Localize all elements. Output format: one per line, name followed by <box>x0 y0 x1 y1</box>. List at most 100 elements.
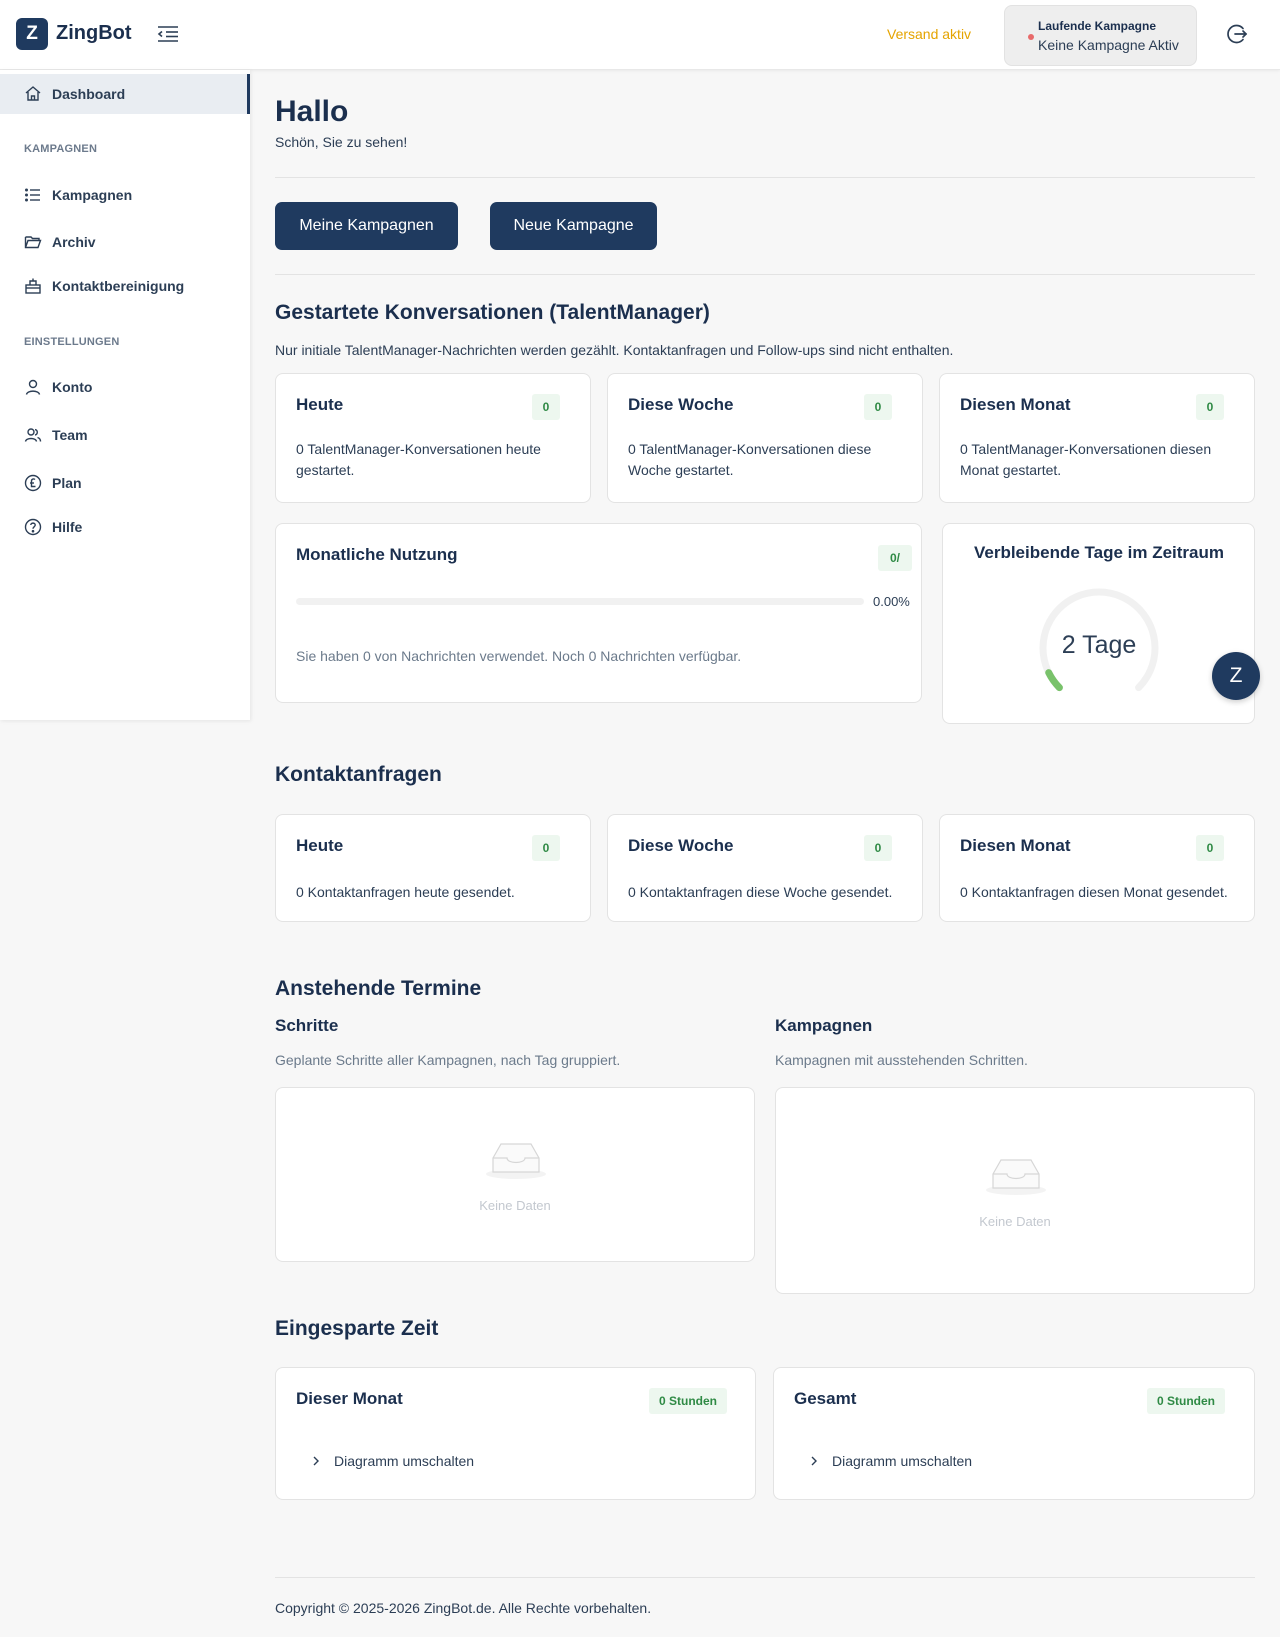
saved-time-month-card: Dieser Monat 0 Stunden Diagramm umschalt… <box>275 1367 756 1500</box>
toggle-chart-label: Diagramm umschalten <box>334 1453 475 1469</box>
usage-percent: 0.00% <box>873 594 910 609</box>
inbox-empty-icon <box>486 1143 546 1179</box>
empty-state-text: Keine Daten <box>979 1214 1051 1229</box>
logout-icon[interactable] <box>1226 23 1248 45</box>
app-name[interactable]: ZingBot <box>56 22 132 45</box>
card-title: Diese Woche <box>628 836 734 855</box>
campaigns-note: Kampagnen mit ausstehenden Schritten. <box>775 1052 1028 1068</box>
toggle-chart-button[interactable]: Diagramm umschalten <box>810 1453 972 1469</box>
sidebar-item-archiv[interactable]: Archiv <box>0 222 250 262</box>
sidebar-item-label: Dashboard <box>52 86 126 102</box>
saved-time-heading: Eingesparte Zeit <box>275 1317 439 1340</box>
running-campaign-box[interactable]: Laufende Kampagne Keine Kampagne Aktiv <box>1004 5 1197 66</box>
section-label-kampagnen: KAMPAGNEN <box>24 143 98 155</box>
cleanup-icon <box>25 278 41 294</box>
card-title: Gesamt <box>794 1389 857 1408</box>
sidebar-item-label: Team <box>52 427 88 443</box>
sidebar-item-label: Konto <box>52 379 93 395</box>
remaining-days-value: 2 Tage <box>1061 631 1137 659</box>
sidebar-item-hilfe[interactable]: Hilfe <box>0 507 250 547</box>
sending-status: Versand aktiv <box>887 26 972 42</box>
user-icon <box>25 379 41 395</box>
conversations-heading: Gestartete Konversationen (TalentManager… <box>275 301 710 324</box>
card-text: 0 Kontaktanfragen heute gesendet. <box>296 884 515 900</box>
conv-card-month: Diesen Monat 0 0 TalentManager-Konversat… <box>939 373 1255 503</box>
chevron-right-icon <box>313 1456 319 1466</box>
sidebar-item-label: Hilfe <box>52 519 83 535</box>
top-header: Z ZingBot Versand aktiv Laufende Kampagn… <box>0 0 1280 70</box>
card-text: 0 TalentManager-Konversationen diesen Mon… <box>960 441 1212 478</box>
count-badge: 0 <box>532 835 560 861</box>
home-icon <box>25 86 41 101</box>
card-title: Diese Woche <box>628 395 734 414</box>
monthly-usage-card: Monatliche Nutzung 0/ 0.00% Sie haben 0 … <box>275 523 922 703</box>
card-title: Heute <box>296 395 344 414</box>
chat-fab-button[interactable]: Z <box>1212 652 1260 700</box>
toggle-chart-button[interactable]: Diagramm umschalten <box>312 1453 474 1469</box>
collapse-menu-icon[interactable] <box>157 24 179 44</box>
my-campaigns-button[interactable]: Meine Kampagnen <box>275 202 458 250</box>
card-title: Diesen Monat <box>960 395 1071 414</box>
sidebar-item-team[interactable]: Team <box>0 415 250 455</box>
hours-badge: 0 Stunden <box>649 1388 727 1414</box>
contact-requests-heading: Kontaktanfragen <box>275 763 442 786</box>
campaigns-heading: Kampagnen <box>775 1016 873 1035</box>
count-badge: 0 <box>864 835 892 861</box>
card-title: Monatliche Nutzung <box>296 545 458 564</box>
sidebar-item-konto[interactable]: Konto <box>0 367 250 407</box>
sidebar-item-label: Kontaktbereinigung <box>52 278 185 294</box>
logo-mark[interactable]: Z <box>16 18 48 50</box>
usage-text: Sie haben 0 von Nachrichten verwendet. N… <box>296 648 742 664</box>
card-title: Dieser Monat <box>296 1389 403 1408</box>
toggle-chart-label: Diagramm umschalten <box>832 1453 973 1469</box>
campaigns-panel: Keine Daten <box>775 1087 1255 1294</box>
steps-note: Geplante Schritte aller Kampagnen, nach … <box>275 1052 621 1068</box>
count-badge: 0 <box>864 394 892 420</box>
contact-card-week: Diese Woche 0 0 Kontaktanfragen diese Wo… <box>607 814 923 922</box>
count-badge: 0 <box>1196 394 1224 420</box>
footer-divider <box>275 1577 1255 1578</box>
sidebar-item-kampagnen[interactable]: Kampagnen <box>0 175 250 215</box>
gauge-fill <box>1045 669 1063 692</box>
empty-state-text: Keine Daten <box>479 1198 551 1213</box>
card-text: 0 Kontaktanfragen diese Woche gesendet. <box>628 884 893 900</box>
page-subtitle: Schön, Sie zu sehen! <box>275 134 408 150</box>
card-text: 0 Kontaktanfragen diesen Monat gesendet. <box>960 884 1228 900</box>
divider <box>275 177 1255 178</box>
status-dot <box>1028 34 1034 40</box>
steps-heading: Schritte <box>275 1016 339 1035</box>
chevron-right-icon <box>811 1456 817 1466</box>
help-icon <box>24 518 42 536</box>
team-icon <box>24 428 42 442</box>
conv-card-week: Diese Woche 0 0 TalentManager-Konversati… <box>607 373 923 503</box>
running-campaign-title: Laufende Kampagne <box>1038 19 1157 33</box>
steps-panel: Keine Daten <box>275 1087 755 1262</box>
usage-badge: 0/ <box>878 545 912 571</box>
running-campaign-status: Keine Kampagne Aktiv <box>1038 37 1179 53</box>
count-badge: 0 <box>532 394 560 420</box>
hours-badge: 0 Stunden <box>1147 1388 1225 1414</box>
sidebar-item-dashboard[interactable]: Dashboard <box>0 74 250 114</box>
conv-card-today: Heute 0 0 TalentManager-Konversationen h… <box>275 373 591 503</box>
pound-icon <box>24 474 42 492</box>
new-campaign-button[interactable]: Neue Kampagne <box>490 202 657 250</box>
sidebar-item-label: Kampagnen <box>52 187 133 203</box>
appointments-heading: Anstehende Termine <box>275 977 482 1000</box>
contact-card-month: Diesen Monat 0 0 Kontaktanfragen diesen … <box>939 814 1255 922</box>
divider <box>275 274 1255 275</box>
list-icon <box>25 188 40 202</box>
page-title: Hallo <box>275 95 349 128</box>
card-title: Diesen Monat <box>960 836 1071 855</box>
card-title: Verbleibende Tage im Zeitraum <box>973 543 1225 562</box>
card-title: Heute <box>296 836 344 855</box>
inbox-empty-icon <box>986 1159 1046 1195</box>
folder-icon <box>24 236 42 249</box>
contact-card-today: Heute 0 0 Kontaktanfragen heute gesendet… <box>275 814 591 922</box>
conversations-note: Nur initiale TalentManager-Nachrichten w… <box>275 342 954 358</box>
sidebar-item-kontaktbereinigung[interactable]: Kontaktbereinigung <box>0 266 250 306</box>
count-badge: 0 <box>1196 835 1224 861</box>
saved-time-total-card: Gesamt 0 Stunden Diagramm umschalten <box>773 1367 1255 1500</box>
footer-copyright: Copyright © 2025-2026 ZingBot.de. Alle R… <box>275 1600 652 1616</box>
card-text: 0 TalentManager-Konversationen heute gest… <box>296 441 541 478</box>
sidebar-item-plan[interactable]: Plan <box>0 463 250 503</box>
